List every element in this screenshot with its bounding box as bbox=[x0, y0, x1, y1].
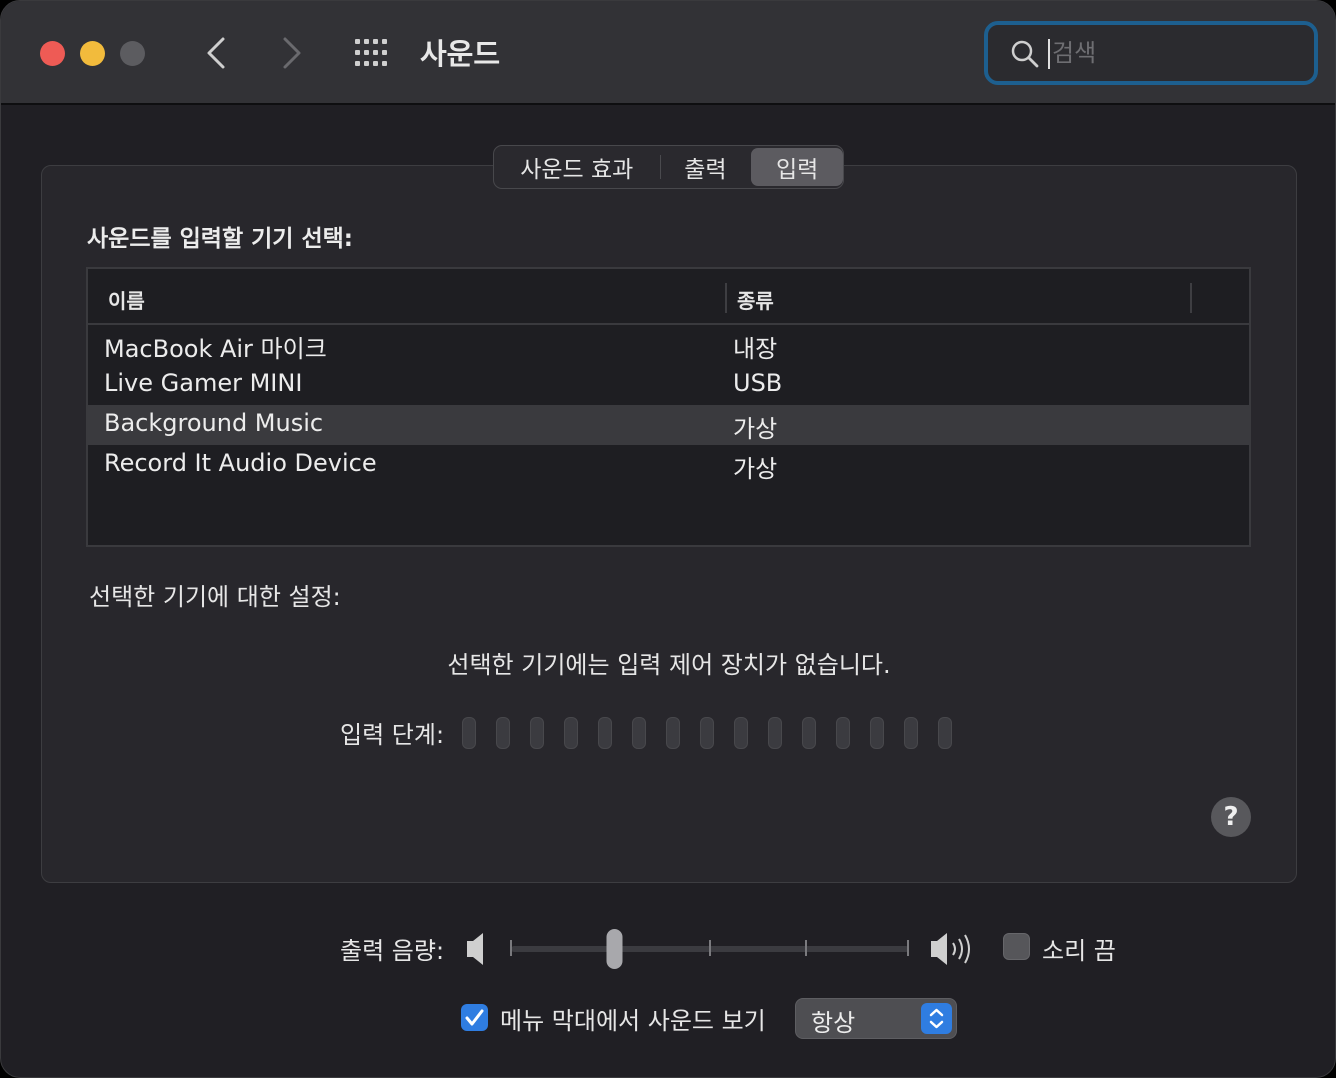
back-button[interactable] bbox=[201, 33, 231, 73]
show-all-preferences-button[interactable] bbox=[353, 37, 393, 69]
updown-arrows-icon bbox=[921, 1003, 952, 1034]
mute-checkbox[interactable] bbox=[1003, 933, 1030, 960]
level-segment bbox=[904, 717, 918, 749]
level-segment bbox=[462, 717, 476, 749]
device-kind: USB bbox=[733, 369, 783, 397]
mute-label: 소리 끔 bbox=[1042, 937, 1116, 965]
checkmark-icon bbox=[465, 1009, 484, 1026]
device-name: Live Gamer MINI bbox=[104, 369, 303, 397]
device-settings-heading: 선택한 기기에 대한 설정: bbox=[89, 583, 341, 611]
search-icon bbox=[1011, 40, 1039, 68]
show-in-menu-bar-checkbox[interactable] bbox=[461, 1004, 488, 1031]
column-header-name[interactable]: 이름 bbox=[108, 285, 145, 314]
help-button[interactable]: ? bbox=[1211, 797, 1251, 837]
search-input[interactable] bbox=[1052, 33, 1292, 73]
device-kind: 가상 bbox=[733, 415, 778, 443]
level-segment bbox=[700, 717, 714, 749]
device-name: Record It Audio Device bbox=[104, 449, 377, 477]
level-segment bbox=[496, 717, 510, 749]
minimize-window-button[interactable] bbox=[80, 41, 105, 66]
speaker-high-icon bbox=[931, 933, 970, 965]
level-segment bbox=[870, 717, 884, 749]
table-row-selected[interactable]: Background Music 가상 bbox=[88, 405, 1249, 445]
device-kind: 가상 bbox=[733, 455, 778, 483]
column-divider[interactable] bbox=[725, 283, 727, 313]
search-field[interactable] bbox=[984, 21, 1318, 85]
input-level-label: 입력 단계: bbox=[340, 721, 445, 749]
speaker-low-icon bbox=[467, 933, 483, 965]
show-in-menu-bar-label: 메뉴 막대에서 사운드 보기 bbox=[500, 1007, 766, 1035]
device-name: MacBook Air 마이크 bbox=[104, 335, 327, 363]
forward-button[interactable] bbox=[277, 33, 307, 73]
popup-selected-value: 항상 bbox=[811, 1009, 856, 1037]
level-segment bbox=[632, 717, 646, 749]
window-title: 사운드 bbox=[420, 37, 501, 71]
no-input-controls-message: 선택한 기기에는 입력 제어 장치가 없습니다. bbox=[447, 651, 891, 679]
table-header: 이름 종류 bbox=[88, 269, 1249, 325]
table-row[interactable]: Live Gamer MINI USB bbox=[88, 365, 1249, 405]
slider-thumb[interactable] bbox=[606, 929, 623, 969]
device-name: Background Music bbox=[104, 409, 324, 437]
output-volume-slider[interactable] bbox=[461, 927, 981, 971]
text-cursor bbox=[1048, 39, 1050, 69]
level-segment bbox=[938, 717, 952, 749]
output-volume-label: 출력 음량: bbox=[340, 937, 445, 965]
chevron-right-icon bbox=[283, 37, 301, 69]
grid-icon bbox=[355, 39, 387, 66]
level-segment bbox=[836, 717, 850, 749]
level-segment bbox=[530, 717, 544, 749]
level-segment bbox=[734, 717, 748, 749]
tab-sound-effects[interactable]: 사운드 효과 bbox=[494, 148, 660, 186]
column-divider[interactable] bbox=[1190, 283, 1192, 313]
level-segment bbox=[598, 717, 612, 749]
tab-input[interactable]: 입력 bbox=[751, 148, 843, 186]
device-kind: 내장 bbox=[733, 335, 778, 363]
level-segment bbox=[768, 717, 782, 749]
sound-preferences-window: 사운드 사운드 효과 출력 입력 사운드를 입력할 기기 선택: 이름 종류 M… bbox=[0, 0, 1336, 1078]
zoom-window-button[interactable] bbox=[120, 41, 145, 66]
input-device-table: 이름 종류 MacBook Air 마이크 내장 Live Gamer MINI… bbox=[86, 267, 1251, 547]
chevron-left-icon bbox=[207, 37, 225, 69]
column-header-kind[interactable]: 종류 bbox=[737, 285, 774, 314]
level-segment bbox=[564, 717, 578, 749]
table-row[interactable]: Record It Audio Device 가상 bbox=[88, 445, 1249, 485]
input-device-heading: 사운드를 입력할 기기 선택: bbox=[87, 226, 353, 252]
menu-bar-visibility-popup[interactable]: 항상 bbox=[795, 998, 957, 1039]
tab-output[interactable]: 출력 bbox=[661, 148, 751, 186]
close-window-button[interactable] bbox=[40, 41, 65, 66]
level-segment bbox=[666, 717, 680, 749]
titlebar: 사운드 bbox=[1, 1, 1335, 105]
tab-bar: 사운드 효과 출력 입력 bbox=[493, 145, 844, 189]
table-row[interactable]: MacBook Air 마이크 내장 bbox=[88, 325, 1249, 365]
level-segment bbox=[802, 717, 816, 749]
